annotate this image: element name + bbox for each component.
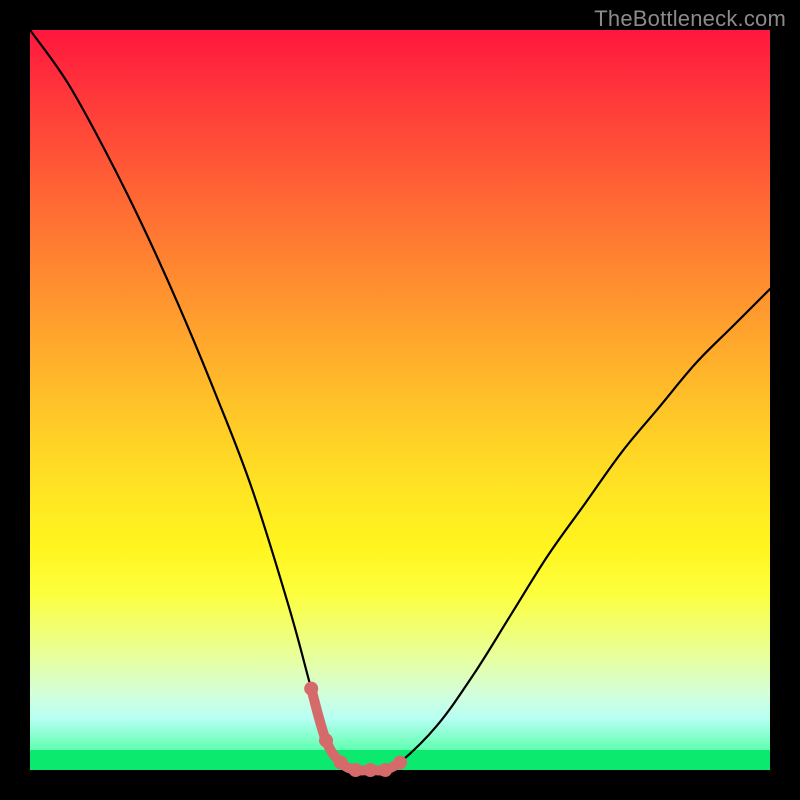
- highlight-marker: [319, 733, 333, 747]
- highlight-marker: [349, 763, 363, 777]
- highlight-segment: [311, 689, 400, 771]
- highlight-marker: [393, 756, 407, 770]
- bottleneck-curve: [30, 30, 770, 771]
- highlight-marker: [363, 763, 377, 777]
- plot-area: [30, 30, 770, 770]
- highlight-marker: [378, 763, 392, 777]
- highlight-marker: [304, 682, 318, 696]
- highlight-marker: [334, 756, 348, 770]
- watermark-text: TheBottleneck.com: [594, 6, 786, 32]
- curve-layer: [30, 30, 770, 770]
- chart-frame: TheBottleneck.com: [0, 0, 800, 800]
